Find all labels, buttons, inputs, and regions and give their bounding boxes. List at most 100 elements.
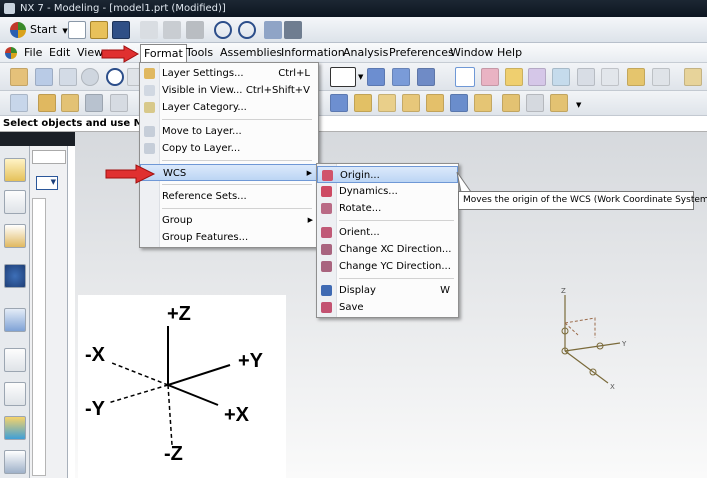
start-button[interactable]: Start ▼ [8,20,72,40]
chevron-down-icon[interactable]: ▼ [358,73,363,81]
history-icon[interactable] [4,348,26,372]
touch-mode-icon[interactable] [284,21,302,39]
menu-item-move-to-layer[interactable]: Move to Layer... [140,123,318,140]
wcs-triad[interactable]: Z Y X [550,283,640,393]
title-bar: NX 7 - Modeling - [model1.prt (Modified)… [0,0,707,17]
shell-icon[interactable] [474,94,492,112]
cut-icon[interactable] [140,21,158,39]
menu-item-save[interactable]: Save [317,299,458,316]
boss-icon[interactable] [110,94,128,112]
snap-control-icon[interactable] [552,68,570,86]
menu-item-group[interactable]: Group ▶ [140,212,318,229]
menu-tools[interactable]: Tools [183,43,216,63]
undo-icon[interactable] [214,21,232,39]
assembly-navigator-icon[interactable] [4,158,26,182]
roles-icon[interactable] [4,450,26,474]
sphere-icon[interactable] [402,94,420,112]
wcs-origin-icon [322,170,333,181]
new-file-icon[interactable] [68,21,86,39]
menu-item-dynamics[interactable]: Dynamics... [317,183,458,200]
menu-item-reference-sets[interactable]: Reference Sets... [140,188,318,205]
revolve-icon[interactable] [61,94,79,112]
menu-item-origin[interactable]: Origin... [317,166,458,183]
menu-file[interactable]: File [21,43,45,63]
menu-separator [339,220,454,221]
navigator-pin-icon[interactable] [32,150,66,164]
menu-item-layer-settings[interactable]: Layer Settings... Ctrl+L [140,65,318,82]
snap-quadrant-icon[interactable] [627,68,645,86]
web-browser-icon[interactable] [4,308,26,332]
constraint-navigator-icon[interactable] [4,190,26,214]
menu-item-group-features[interactable]: Group Features... [140,229,318,246]
axis-label-py: +Y [238,350,264,372]
system-materials-icon[interactable] [4,382,26,406]
chevron-down-icon[interactable]: ▼ [576,101,581,109]
snap-center-icon[interactable] [601,68,619,86]
chamfer-icon[interactable] [450,94,468,112]
menu-separator [162,160,312,161]
edge-blend-icon[interactable] [426,94,444,112]
menu-assemblies[interactable]: Assemblies [217,43,285,63]
menu-item-wcs[interactable]: WCS ▶ [140,164,318,181]
draft-icon[interactable] [502,94,520,112]
triad-y-axis [564,342,621,352]
move-to-layer-icon [144,126,155,137]
menu-information[interactable]: Information [278,43,348,63]
menu-item-layer-category[interactable]: Layer Category... [140,99,318,116]
reuse-library-icon[interactable] [4,264,26,288]
snap-existing-icon[interactable] [652,68,670,86]
cylinder-icon[interactable] [354,94,372,112]
submenu-arrow-icon: ▶ [306,169,312,177]
change-yc-icon [321,261,332,272]
app-menu-icon[interactable] [5,47,17,59]
extrude-icon[interactable] [38,94,56,112]
menu-item-display[interactable]: Display W [317,282,458,299]
copy-icon[interactable] [163,21,181,39]
menu-help[interactable]: Help [494,43,525,63]
navigator-tree[interactable] [32,198,46,476]
zoom-inout-icon[interactable] [81,68,99,86]
sketch-icon[interactable] [10,94,28,112]
part-navigator-icon[interactable] [4,224,26,248]
redo-icon[interactable] [238,21,256,39]
wcs-dynamics-icon[interactable] [417,68,435,86]
hole-icon[interactable] [85,94,103,112]
offset-face-icon[interactable] [550,94,568,112]
snap-icon[interactable] [10,68,28,86]
select-icon[interactable] [455,67,475,87]
datum-csys-icon[interactable] [392,68,410,86]
navigator-filter-dropdown[interactable]: ▼ [36,176,58,190]
menu-separator [162,208,312,209]
open-folder-icon[interactable] [90,21,108,39]
save-icon[interactable] [112,21,130,39]
menu-edit[interactable]: Edit [46,43,73,63]
zoom-icon[interactable] [59,68,77,86]
snap-end-icon[interactable] [505,68,523,86]
paste-icon[interactable] [186,21,204,39]
csys-icon[interactable] [367,68,385,86]
menu-window[interactable]: Window [447,43,496,63]
rotate-view-icon[interactable] [106,68,124,86]
menu-item-change-xc[interactable]: Change XC Direction... [317,241,458,258]
zoom-area-icon[interactable] [35,68,53,86]
snap-mid-icon[interactable] [528,68,546,86]
menu-item-copy-to-layer[interactable]: Copy to Layer... [140,140,318,157]
trim-body-icon[interactable] [526,94,544,112]
repeat-command-icon[interactable] [264,21,282,39]
block-icon[interactable] [330,94,348,112]
menu-separator [162,184,312,185]
snap-point-on-curve-icon[interactable] [684,68,702,86]
snap-point-icon[interactable] [481,68,499,86]
cone-icon[interactable] [378,94,396,112]
menu-item-rotate[interactable]: Rotate... [317,200,458,217]
triad-x-axis [564,350,609,384]
process-studio-icon[interactable] [4,416,26,440]
menu-item-change-yc[interactable]: Change YC Direction... [317,258,458,275]
menu-analysis[interactable]: Analysis [340,43,391,63]
color-swatch-icon[interactable] [330,67,356,87]
menu-separator [339,278,454,279]
menu-format[interactable]: Format [140,44,187,63]
menu-item-visible-in-view[interactable]: Visible in View... Ctrl+Shift+V [140,82,318,99]
snap-intersect-icon[interactable] [577,68,595,86]
menu-item-orient[interactable]: Orient... [317,224,458,241]
